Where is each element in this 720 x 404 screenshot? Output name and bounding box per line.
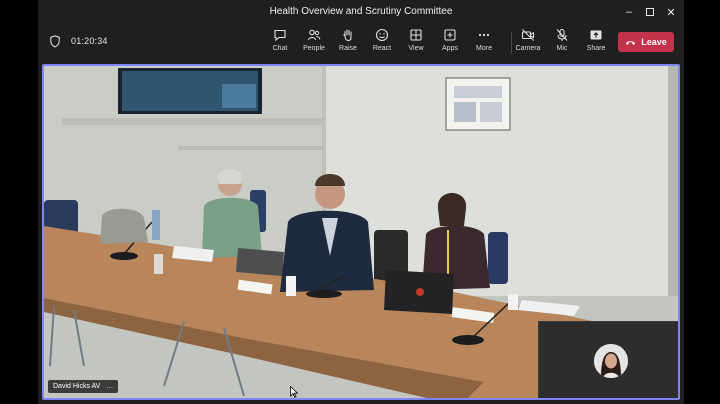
chat-icon xyxy=(274,29,286,42)
raise-hand-icon xyxy=(343,29,352,42)
react-icon xyxy=(375,28,389,42)
teams-window: Health Overview and Scrutiny Committee –… xyxy=(38,0,684,404)
raise-label: Raise xyxy=(339,45,357,52)
phone-hangup-icon xyxy=(625,40,636,45)
camera-off-icon xyxy=(521,29,535,41)
meeting-toolbar: 01:20:34 Chat People Raise React View Ap… xyxy=(38,24,684,60)
close-icon[interactable]: ✕ xyxy=(660,0,682,24)
share-label: Share xyxy=(586,45,606,52)
mouse-pointer-icon xyxy=(290,386,298,398)
leave-label: Leave xyxy=(641,37,667,47)
speaker-name: David Hicks AV xyxy=(53,383,101,390)
apps-button[interactable]: Apps xyxy=(434,28,466,58)
more-button[interactable]: More xyxy=(468,28,500,58)
apps-label: Apps xyxy=(442,45,458,52)
camera-label: Camera xyxy=(515,45,541,52)
share-button[interactable]: Share xyxy=(580,28,612,58)
mic-button[interactable]: Mic xyxy=(546,28,578,58)
more-dots-icon xyxy=(478,33,490,37)
window-title: Health Overview and Scrutiny Committee xyxy=(269,6,453,17)
mic-off-icon xyxy=(556,28,568,41)
chat-button[interactable]: Chat xyxy=(264,28,296,58)
chat-label: Chat xyxy=(272,45,288,52)
maximize-icon[interactable] xyxy=(639,0,661,24)
view-button[interactable]: View xyxy=(400,28,432,58)
camera-button[interactable]: Camera xyxy=(512,28,544,58)
share-icon xyxy=(590,30,602,40)
leave-button[interactable]: Leave xyxy=(618,32,674,52)
video-stage[interactable]: David Hicks AV … xyxy=(42,64,680,400)
people-button[interactable]: People xyxy=(298,28,330,58)
speaker-name-tag[interactable]: David Hicks AV … xyxy=(48,380,119,393)
apps-plus-icon xyxy=(444,29,456,41)
title-bar: Health Overview and Scrutiny Committee –… xyxy=(38,0,684,24)
react-button[interactable]: React xyxy=(366,28,398,58)
more-label: More xyxy=(476,45,492,52)
view-grid-icon xyxy=(410,29,422,41)
people-label: People xyxy=(303,45,325,52)
react-label: React xyxy=(372,45,392,52)
shield-icon xyxy=(50,35,60,48)
self-avatar xyxy=(594,344,628,378)
mic-label: Mic xyxy=(556,45,568,52)
speaker-more-icon[interactable]: … xyxy=(106,380,113,393)
view-label: View xyxy=(408,45,424,52)
meeting-timer: 01:20:34 xyxy=(71,36,108,46)
raise-hand-button[interactable]: Raise xyxy=(332,28,364,58)
people-icon xyxy=(307,29,321,41)
minimize-icon[interactable]: – xyxy=(618,0,640,24)
self-view-tile[interactable] xyxy=(538,321,678,398)
